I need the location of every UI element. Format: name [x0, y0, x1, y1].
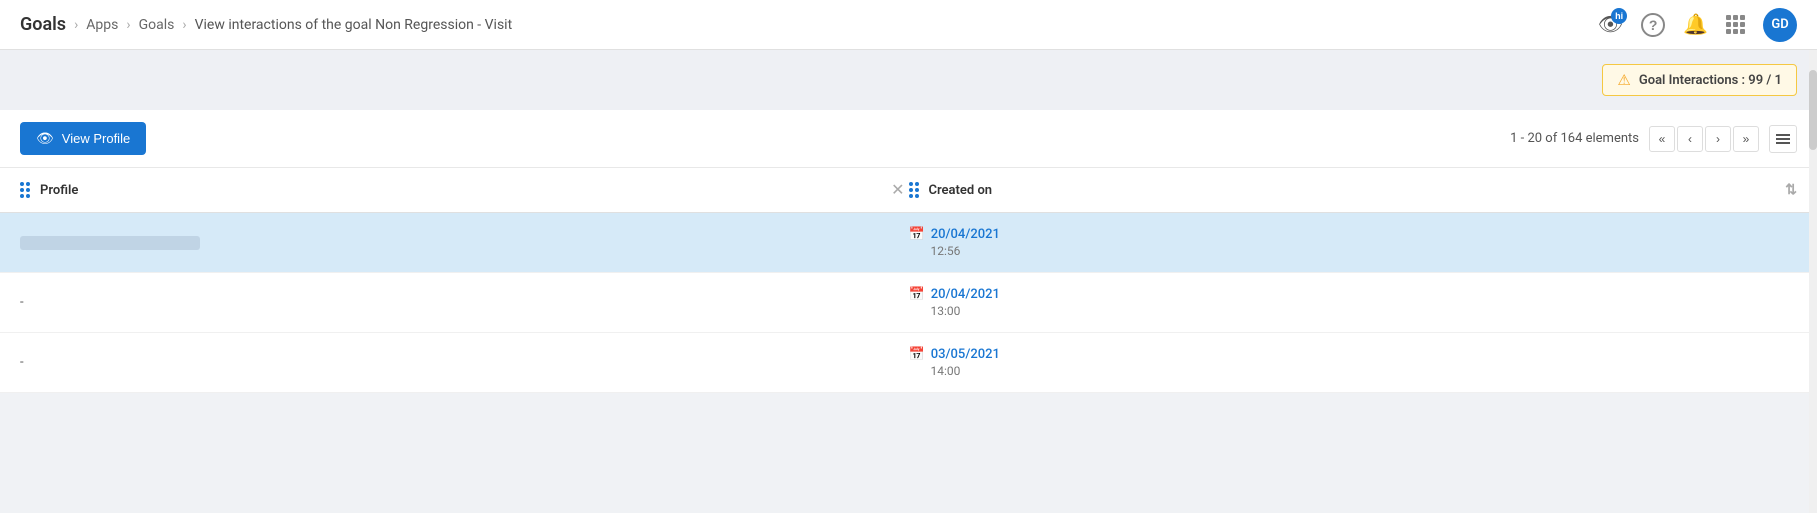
column-header-created-on: Created on ⇅ [909, 182, 1798, 198]
user-avatar[interactable]: GD [1763, 8, 1797, 42]
eye-icon: 👁 [36, 130, 54, 147]
table-header-row: Profile ✕ Created on ⇅ [0, 168, 1817, 213]
apps-grid-button[interactable] [1726, 15, 1745, 34]
profile-cell-2: - [20, 295, 909, 310]
top-navigation-bar: Goals › Apps › Goals › View interactions… [0, 0, 1817, 50]
profile-cell-3: - [20, 355, 909, 370]
breadcrumb-sep-2: › [126, 17, 130, 33]
help-icon: ? [1641, 13, 1665, 37]
profile-col-label: Profile [40, 183, 78, 198]
pagination-info: 1 - 20 of 164 elements [1510, 131, 1639, 146]
date-row-1: 📅 20/04/2021 [909, 227, 1000, 242]
breadcrumb-goals[interactable]: Goals [139, 17, 175, 33]
prev-page-button[interactable]: ‹ [1677, 126, 1703, 152]
sort-icon: ⇅ [1785, 182, 1797, 198]
breadcrumb-apps[interactable]: Apps [86, 17, 118, 33]
date-cell-2: 📅 20/04/2021 13:00 [909, 287, 1798, 318]
notifications-button[interactable]: 🔔 [1683, 12, 1708, 37]
calendar-icon-1: 📅 [909, 227, 925, 242]
date-row-3: 📅 03/05/2021 [909, 347, 1000, 362]
created-on-col-label: Created on [929, 183, 993, 198]
calendar-icon-2: 📅 [909, 287, 925, 302]
sub-header: ⚠ Goal Interactions : 99 / 1 [0, 50, 1817, 110]
warning-icon: ⚠ [1617, 71, 1630, 89]
created-on-col-grip-icon [909, 182, 919, 198]
profile-col-grip-icon [20, 182, 30, 198]
breadcrumb-current: View interactions of the goal Non Regres… [195, 17, 513, 33]
grid-icon [1726, 15, 1745, 34]
toolbar: 👁 View Profile 1 - 20 of 164 elements « … [0, 110, 1817, 168]
profile-dash-value-2: - [20, 295, 24, 310]
date-value-3: 03/05/2021 [931, 347, 1000, 362]
column-header-profile: Profile ✕ [20, 180, 909, 200]
last-page-button[interactable]: » [1733, 126, 1759, 152]
view-profile-button[interactable]: 👁 View Profile [20, 122, 146, 155]
bell-icon: 🔔 [1683, 12, 1708, 37]
time-value-3: 14:00 [931, 364, 961, 378]
breadcrumb-sep-1: › [74, 17, 78, 33]
header-actions: 👁 hi ? 🔔 GD [1598, 8, 1797, 42]
help-button[interactable]: ? [1641, 13, 1665, 37]
camera-badge: hi [1611, 8, 1627, 24]
table-row: - 📅 03/05/2021 14:00 [0, 333, 1817, 393]
pagination-area: 1 - 20 of 164 elements « ‹ › » [1510, 125, 1797, 153]
page-title: Goals [20, 14, 66, 35]
close-profile-col-button[interactable]: ✕ [887, 180, 908, 200]
date-value-1: 20/04/2021 [931, 227, 1000, 242]
date-value-2: 20/04/2021 [931, 287, 1000, 302]
profile-dash-value-3: - [20, 355, 24, 370]
goal-interactions-badge: ⚠ Goal Interactions : 99 / 1 [1602, 64, 1797, 96]
next-page-button[interactable]: › [1705, 126, 1731, 152]
scrollbar-thumb[interactable] [1809, 70, 1817, 150]
list-view-toggle-button[interactable] [1769, 125, 1797, 153]
scrollbar-track[interactable] [1809, 50, 1817, 513]
date-row-2: 📅 20/04/2021 [909, 287, 1000, 302]
breadcrumb-area: Goals › Apps › Goals › View interactions… [20, 14, 1598, 35]
camera-icon-button[interactable]: 👁 hi [1598, 12, 1623, 37]
time-value-1: 12:56 [931, 244, 961, 258]
profile-cell-1 [20, 236, 909, 250]
list-icon [1776, 134, 1790, 144]
pagination-controls: « ‹ › » [1649, 126, 1759, 152]
calendar-icon-3: 📅 [909, 347, 925, 362]
breadcrumb-sep-3: › [182, 17, 186, 33]
data-table: Profile ✕ Created on ⇅ 📅 20/04/2021 [0, 168, 1817, 393]
date-cell-1: 📅 20/04/2021 12:56 [909, 227, 1798, 258]
goal-interactions-text: Goal Interactions : 99 / 1 [1639, 73, 1782, 88]
table-row: 📅 20/04/2021 12:56 [0, 213, 1817, 273]
first-page-button[interactable]: « [1649, 126, 1675, 152]
time-value-2: 13:00 [931, 304, 961, 318]
date-cell-3: 📅 03/05/2021 14:00 [909, 347, 1798, 378]
profile-blurred-value [20, 236, 200, 250]
table-row: - 📅 20/04/2021 13:00 [0, 273, 1817, 333]
